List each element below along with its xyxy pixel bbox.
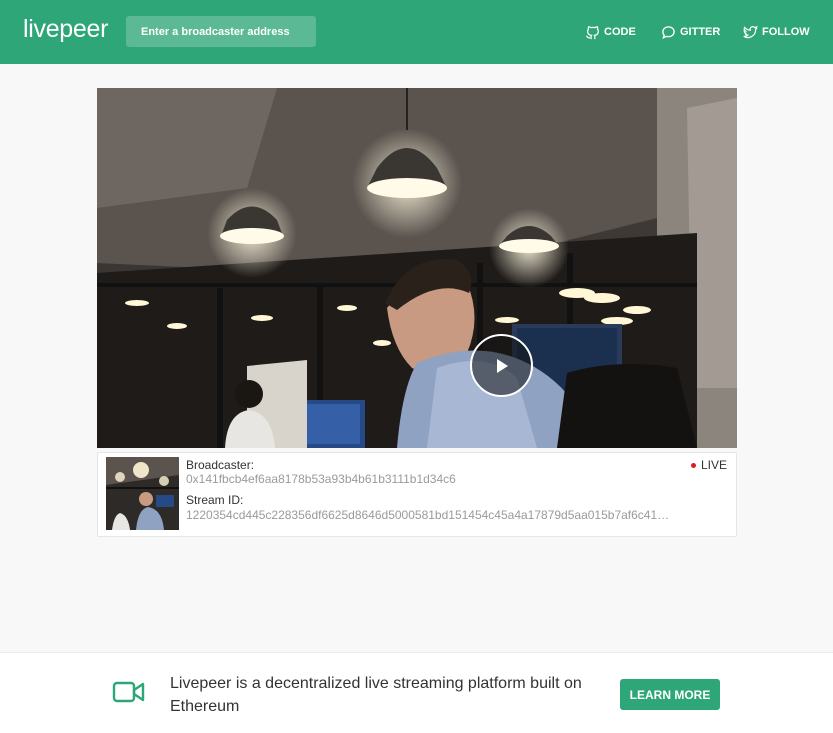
play-icon [496, 358, 508, 373]
github-icon [585, 25, 599, 39]
play-button[interactable] [470, 334, 533, 397]
broadcaster-address[interactable]: 0x141fbcb4ef6aa8178b53a93b4b61b3111b1d34… [186, 472, 456, 486]
broadcaster-search-input[interactable]: Enter a broadcaster address [126, 16, 316, 47]
stream-id-label: Stream ID: [186, 493, 244, 507]
code-link[interactable]: CODE [585, 24, 636, 40]
footer-banner: Livepeer is a decentralized live streami… [0, 652, 833, 733]
top-nav-bar: livepeer Enter a broadcaster address COD… [0, 0, 833, 64]
live-status-text: LIVE [700, 458, 727, 472]
live-badge: LIVE [690, 458, 727, 472]
gitter-link-label: GITTER [680, 26, 721, 38]
code-link-label: CODE [604, 26, 636, 38]
livepeer-logo[interactable]: livepeer [23, 15, 108, 44]
twitter-icon [743, 25, 758, 38]
video-player[interactable] [97, 88, 737, 448]
stream-info-card[interactable]: Broadcaster: 0x141fbcb4ef6aa8178b53a93b4… [97, 452, 737, 537]
stream-thumbnail[interactable] [106, 457, 179, 530]
broadcaster-label: Broadcaster: [186, 458, 255, 472]
gitter-link[interactable]: GITTER [661, 24, 720, 40]
video-camera-icon [112, 681, 145, 703]
footer-description: Livepeer is a decentralized live streami… [170, 675, 582, 715]
live-dot-icon [690, 462, 696, 468]
chat-bubble-icon [662, 25, 675, 39]
learn-more-button[interactable]: LEARN MORE [620, 679, 720, 710]
stream-id-value: 1220354cd445c228356df6625d8646d5000581bd… [186, 508, 670, 522]
follow-link[interactable]: FOLLOW [743, 24, 810, 40]
follow-link-label: FOLLOW [762, 26, 810, 38]
video-frame [97, 88, 737, 448]
